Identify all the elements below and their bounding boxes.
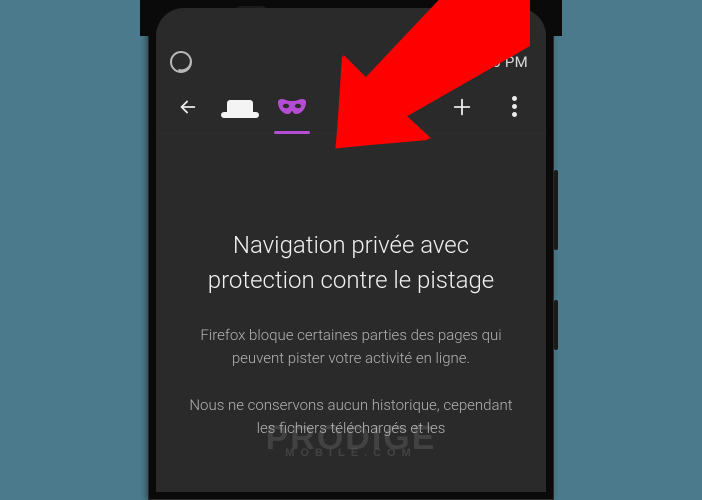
status-bar: 4:56 PM bbox=[156, 44, 546, 80]
clock: 4:56 PM bbox=[471, 53, 528, 71]
firefox-icon bbox=[170, 51, 192, 73]
battery-icon bbox=[454, 54, 465, 71]
page-title: Navigation privée avec protection contre… bbox=[186, 228, 516, 298]
screen: 4:56 PM bbox=[156, 8, 546, 492]
active-tab-indicator bbox=[274, 131, 310, 134]
signal-icon bbox=[426, 55, 448, 70]
power-button bbox=[554, 300, 558, 350]
private-tab[interactable] bbox=[266, 80, 318, 134]
menu-button[interactable] bbox=[488, 80, 540, 134]
page-paragraph-1: Firefox bloque certaines parties des pag… bbox=[186, 324, 516, 371]
phone-frame: 4:56 PM bbox=[148, 0, 554, 500]
normal-tab[interactable] bbox=[214, 80, 266, 134]
new-tab-button[interactable] bbox=[436, 80, 488, 134]
kebab-icon bbox=[512, 96, 517, 117]
tabs-toolbar bbox=[156, 80, 546, 134]
back-button[interactable] bbox=[162, 80, 214, 134]
hat-icon bbox=[227, 100, 253, 114]
mask-icon bbox=[276, 98, 308, 116]
watermark: PRODIGE MOBILE.COM bbox=[266, 427, 437, 458]
volume-button bbox=[554, 170, 558, 250]
